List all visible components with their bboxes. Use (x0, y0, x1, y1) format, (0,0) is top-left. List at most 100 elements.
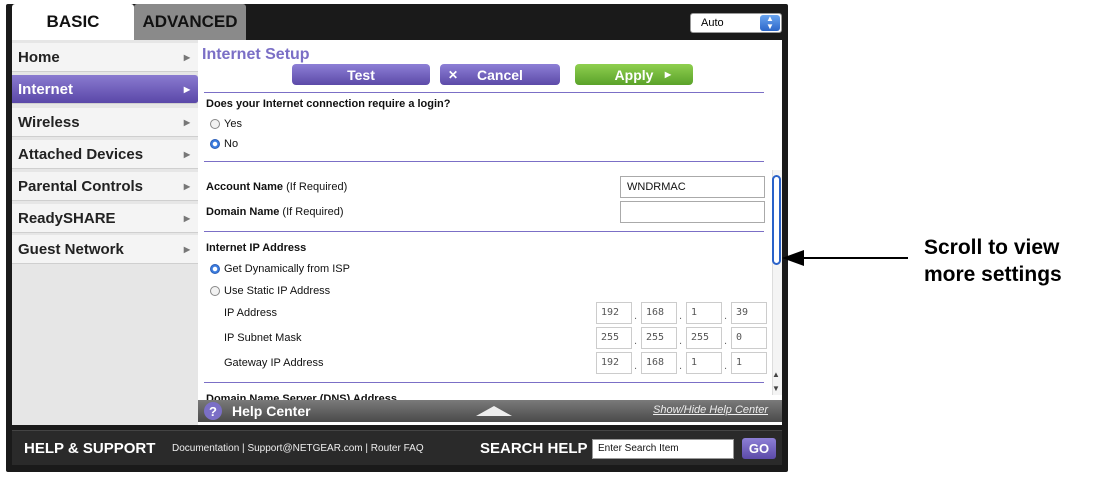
chevron-right-icon: ▶ (183, 117, 190, 127)
sidebar-item-label: Home (18, 48, 60, 66)
login-yes-label: Yes (224, 118, 242, 130)
chevron-right-icon: ▶ (183, 52, 190, 62)
octet-separator: . (634, 360, 638, 372)
login-question: Does your Internet connection require a … (206, 98, 451, 110)
support-links: Documentation | Support@NETGEAR.com | Ro… (172, 443, 424, 454)
sidebar: Home ▶ Internet ▶ Wireless ▶ Attached De… (12, 40, 198, 425)
octet-separator: . (679, 335, 683, 347)
octet-separator: . (679, 360, 683, 372)
test-button-label: Test (347, 66, 375, 83)
test-button[interactable]: Test (292, 64, 430, 85)
subnet-octet-3[interactable]: 255 (686, 327, 722, 349)
scrollbar-thumb[interactable] (772, 175, 781, 265)
subnet-octet-1[interactable]: 255 (596, 327, 632, 349)
chevron-right-icon: ▶ (183, 244, 190, 254)
divider (204, 382, 764, 383)
divider (204, 92, 764, 93)
subnet-label: IP Subnet Mask (224, 332, 302, 344)
ip-section-title: Internet IP Address (206, 242, 307, 254)
main-panel: Internet Setup Test ✕ Cancel Apply ▶ Doe… (198, 40, 782, 425)
search-help-input[interactable]: Enter Search Item (592, 439, 734, 459)
tab-advanced[interactable]: ADVANCED (134, 4, 246, 40)
chevron-right-icon: ▶ (183, 149, 190, 159)
gateway-octet-2[interactable]: 168 (641, 352, 677, 374)
close-icon: ✕ (448, 67, 459, 82)
sidebar-item-attached-devices[interactable]: Attached Devices ▶ (12, 140, 198, 169)
gateway-label: Gateway IP Address (224, 357, 324, 369)
domain-name-hint: (If Required) (282, 206, 344, 218)
cancel-button-label: Cancel (477, 66, 523, 83)
account-name-field[interactable]: WNDRMAC (620, 176, 765, 198)
ip-static-radio[interactable] (210, 286, 220, 296)
divider (204, 231, 764, 232)
subnet-octet-2[interactable]: 255 (641, 327, 677, 349)
login-yes-radio[interactable] (210, 119, 220, 129)
show-hide-help-link[interactable]: Show/Hide Help Center (653, 404, 768, 416)
sidebar-item-label: Internet (18, 80, 74, 98)
cancel-button[interactable]: ✕ Cancel (440, 64, 560, 85)
callout-line-1: Scroll to view (924, 236, 1060, 259)
sidebar-item-label: Wireless (18, 113, 80, 131)
apply-button[interactable]: Apply ▶ (575, 64, 693, 85)
account-name-hint: (If Required) (286, 181, 348, 193)
help-support-title: HELP & SUPPORT (24, 440, 156, 457)
octet-separator: . (724, 310, 728, 322)
callout-arrow-line (802, 257, 908, 259)
support-email-link[interactable]: Support@NETGEAR.com (247, 443, 362, 454)
sidebar-item-guest-network[interactable]: Guest Network ▶ (12, 235, 198, 264)
octet-separator: . (634, 335, 638, 347)
search-help-title: SEARCH HELP (480, 440, 588, 457)
subnet-octet-4[interactable]: 0 (731, 327, 767, 349)
up-down-arrows-icon: ▲ ▼ (760, 15, 780, 31)
apply-button-label: Apply (614, 66, 654, 83)
sidebar-item-wireless[interactable]: Wireless ▶ (12, 108, 198, 137)
router-faq-link[interactable]: Router FAQ (371, 443, 424, 454)
ip-address-octet-2[interactable]: 168 (641, 302, 677, 324)
login-no-label: No (224, 138, 239, 150)
language-select[interactable]: Auto ▲ ▼ (690, 13, 782, 33)
language-select-value: Auto (701, 17, 724, 29)
page-title: Internet Setup (202, 46, 310, 63)
ip-static-label: Use Static IP Address (224, 285, 331, 297)
sidebar-item-home[interactable]: Home ▶ (12, 43, 198, 72)
chevron-right-icon: ▶ (183, 84, 190, 94)
ip-address-label: IP Address (224, 307, 277, 319)
sidebar-item-label: Parental Controls (18, 177, 144, 195)
expand-triangle-icon[interactable] (476, 406, 512, 416)
gateway-octet-3[interactable]: 1 (686, 352, 722, 374)
sidebar-item-parental-controls[interactable]: Parental Controls ▶ (12, 172, 198, 201)
chevron-right-icon: ▶ (183, 181, 190, 191)
scroll-up-arrow-icon[interactable]: ▲ (772, 370, 780, 379)
domain-name-label: Domain Name (If Required) (206, 206, 344, 218)
ip-address-octet-4[interactable]: 39 (731, 302, 767, 324)
ip-dynamic-label: Get Dynamically from ISP (224, 263, 350, 275)
gateway-octet-4[interactable]: 1 (731, 352, 767, 374)
sidebar-item-internet[interactable]: Internet ▶ (12, 75, 198, 104)
help-center-bar[interactable]: ? Help Center Show/Hide Help Center (198, 400, 782, 422)
domain-name-field[interactable] (620, 201, 765, 223)
octet-separator: . (724, 360, 728, 372)
account-name-label: Account Name (If Required) (206, 181, 347, 193)
sidebar-item-label: Attached Devices (18, 145, 144, 163)
tab-basic[interactable]: BASIC (12, 4, 134, 40)
help-question-icon: ? (204, 402, 222, 420)
octet-separator: . (724, 335, 728, 347)
account-name-text: Account Name (206, 181, 284, 193)
callout-text: Scroll to view more settings (924, 234, 1062, 288)
documentation-link[interactable]: Documentation (172, 443, 239, 454)
gateway-octet-1[interactable]: 192 (596, 352, 632, 374)
sidebar-item-readyshare[interactable]: ReadySHARE ▶ (12, 204, 198, 233)
sidebar-item-label: ReadySHARE (18, 209, 116, 227)
play-arrow-icon: ▶ (664, 70, 671, 79)
callout-line-2: more settings (924, 263, 1062, 286)
ip-dynamic-radio[interactable] (210, 264, 220, 274)
help-center-title: Help Center (232, 403, 311, 419)
octet-separator: . (679, 310, 683, 322)
go-button[interactable]: GO (742, 438, 776, 459)
divider (204, 161, 764, 162)
ip-address-octet-3[interactable]: 1 (686, 302, 722, 324)
sidebar-item-label: Guest Network (18, 240, 124, 258)
scroll-down-arrow-icon[interactable]: ▼ (772, 384, 780, 393)
login-no-radio[interactable] (210, 139, 220, 149)
ip-address-octet-1[interactable]: 192 (596, 302, 632, 324)
